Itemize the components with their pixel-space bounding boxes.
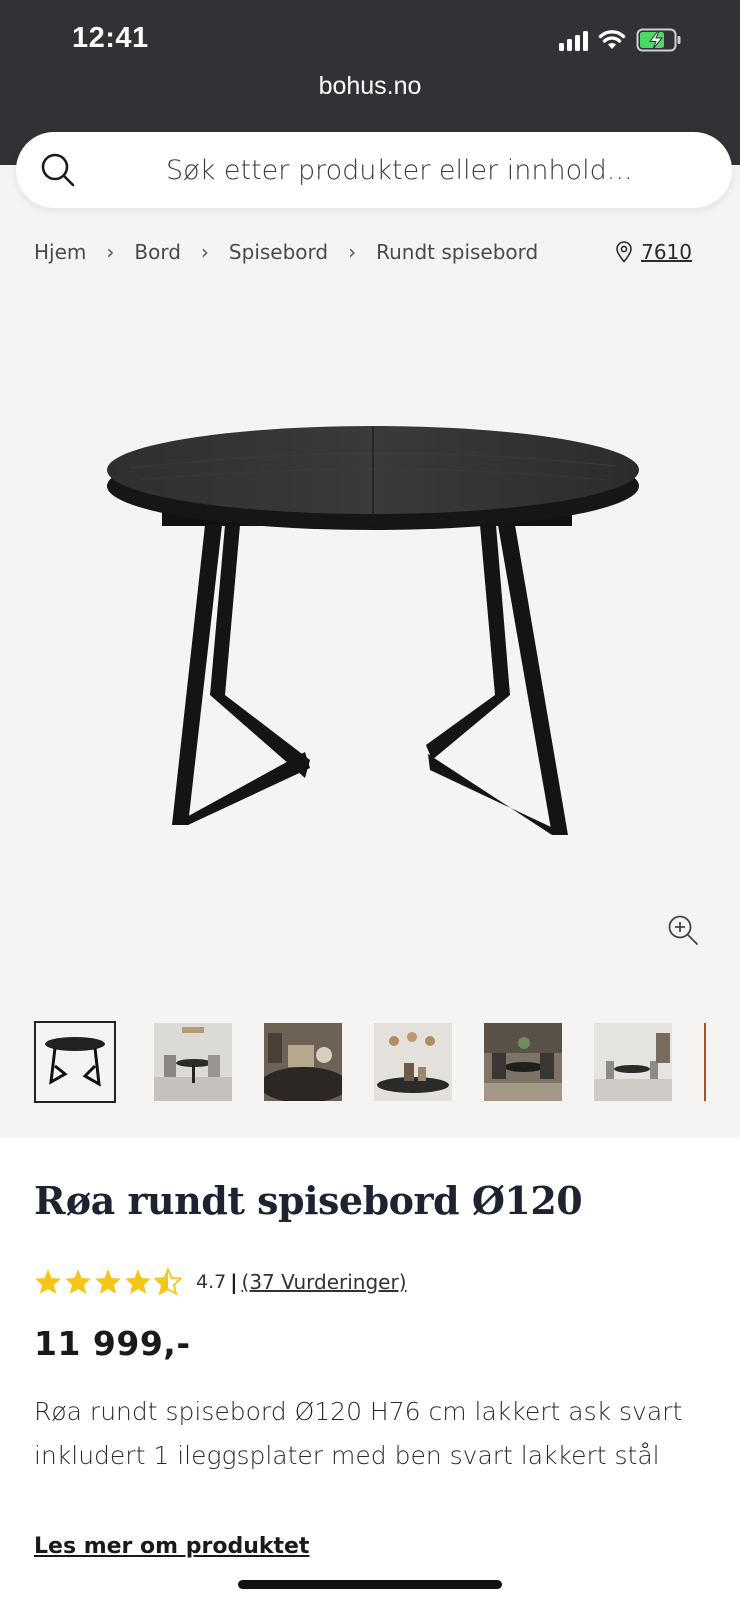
thumbnail-5[interactable] bbox=[474, 1021, 562, 1103]
chevron-right-icon: › bbox=[348, 240, 357, 264]
breadcrumb-item-bord[interactable]: Bord bbox=[134, 240, 181, 264]
breadcrumb-item-spisebord[interactable]: Spisebord bbox=[229, 240, 328, 264]
thumbnail-2[interactable] bbox=[144, 1021, 232, 1103]
status-time: 12:41 bbox=[72, 22, 149, 54]
thumbnail-3[interactable] bbox=[254, 1021, 342, 1103]
product-description: Røa rundt spisebord Ø120 H76 cm lakkert … bbox=[34, 1397, 683, 1470]
star-full-icon bbox=[35, 1269, 61, 1294]
chevron-right-icon: › bbox=[106, 240, 115, 264]
product-main-image[interactable] bbox=[0, 290, 740, 980]
star-full-icon bbox=[65, 1269, 91, 1294]
battery-charging-icon bbox=[636, 28, 681, 52]
wifi-icon bbox=[598, 30, 626, 49]
thumbnail-image bbox=[45, 1037, 105, 1087]
zoom-in-icon[interactable] bbox=[667, 914, 699, 946]
status-icons bbox=[559, 28, 682, 52]
breadcrumb-item-hjem[interactable]: Hjem bbox=[34, 240, 86, 264]
rating-value: 4.7 bbox=[196, 1270, 227, 1293]
product-price: 11 999,- bbox=[34, 1324, 191, 1363]
star-full-icon bbox=[95, 1269, 121, 1294]
breadcrumb-item-rundt-spisebord[interactable]: Rundt spisebord bbox=[376, 240, 538, 264]
star-half-icon bbox=[154, 1268, 182, 1295]
rating-count-link[interactable]: (37 Vurderinger) bbox=[242, 1270, 407, 1294]
search-bar[interactable] bbox=[16, 132, 732, 208]
thumbnail-1[interactable] bbox=[34, 1021, 116, 1103]
thumbnail-strip bbox=[34, 1021, 706, 1105]
search-input[interactable] bbox=[166, 132, 706, 208]
thumbnail-7[interactable] bbox=[694, 1021, 706, 1103]
star-full-icon bbox=[125, 1269, 151, 1294]
product-title: Røa rundt spisebord Ø120 bbox=[34, 1178, 583, 1223]
home-indicator[interactable] bbox=[238, 1580, 502, 1589]
read-more-link[interactable]: Les mer om produktet bbox=[34, 1534, 309, 1559]
product-rating[interactable]: 4.7 | (37 Vurderinger) bbox=[34, 1268, 407, 1295]
store-number[interactable]: 7610 bbox=[641, 240, 692, 264]
thumbnail-image bbox=[704, 1023, 706, 1101]
breadcrumb: Hjem › Bord › Spisebord › Rundt spisebor… bbox=[34, 240, 538, 264]
browser-url[interactable]: bohus.no bbox=[0, 72, 740, 101]
location-pin-icon bbox=[616, 241, 632, 263]
thumbnail-image bbox=[484, 1023, 562, 1101]
thumbnail-6[interactable] bbox=[584, 1021, 672, 1103]
thumbnail-image bbox=[594, 1023, 672, 1101]
search-icon[interactable] bbox=[38, 150, 78, 190]
thumbnail-image bbox=[154, 1023, 232, 1101]
chevron-right-icon: › bbox=[200, 240, 209, 264]
thumbnail-4[interactable] bbox=[364, 1021, 452, 1103]
rating-stars bbox=[34, 1268, 182, 1295]
cellular-signal-icon bbox=[559, 29, 588, 51]
product-details: Røa rundt spisebord Ø120 4.7 | (37 Vurde… bbox=[0, 1138, 740, 1600]
thumbnail-image bbox=[374, 1023, 452, 1101]
rating-separator: | bbox=[230, 1269, 238, 1294]
thumbnail-image bbox=[264, 1023, 342, 1101]
store-selector[interactable]: 7610 bbox=[615, 240, 692, 264]
